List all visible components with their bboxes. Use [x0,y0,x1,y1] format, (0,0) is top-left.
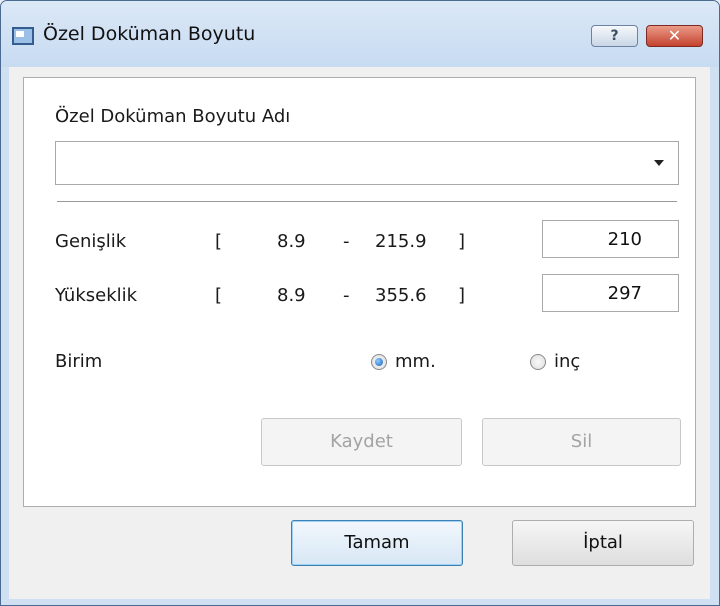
height-dash: - [343,285,350,306]
dialog-window: Özel Doküman Boyutu ? ✕ Özel Doküman Boy… [0,0,720,606]
height-label: Yükseklik [55,285,138,306]
unit-label: Birim [55,351,103,372]
window-title: Özel Doküman Boyutu [43,23,256,45]
height-open-bracket: [ [215,285,223,306]
width-max: 215.9 [375,231,427,252]
help-button[interactable]: ? [591,25,638,47]
delete-button[interactable]: Sil [482,418,681,466]
dialog-window-icon [12,27,34,45]
chevron-down-icon[interactable] [654,160,664,166]
close-icon: ✕ [667,26,682,45]
help-icon: ? [610,28,619,44]
close-button[interactable]: ✕ [646,25,703,47]
unit-radio-inch[interactable] [530,354,546,370]
cancel-button[interactable]: İptal [512,520,694,566]
unit-radio-mm[interactable] [371,354,387,370]
title-bar[interactable]: Özel Doküman Boyutu ? ✕ [1,1,719,67]
name-combobox[interactable] [55,141,679,185]
width-dash: - [343,231,350,252]
height-max: 355.6 [375,285,427,306]
height-close-bracket: ] [458,285,466,306]
unit-option-mm[interactable]: mm. [395,351,436,372]
height-min: 8.9 [277,285,306,306]
width-min: 8.9 [277,231,306,252]
dialog-content: Özel Doküman Boyutu Adı Genişlik [ 8.9 -… [9,67,710,599]
save-button[interactable]: Kaydet [261,418,462,466]
separator [57,201,677,202]
width-close-bracket: ] [458,231,466,252]
height-input[interactable] [542,274,679,312]
ok-button[interactable]: Tamam [291,520,463,566]
width-input[interactable] [542,220,679,258]
name-label: Özel Doküman Boyutu Adı [55,106,291,127]
width-label: Genişlik [55,231,127,252]
width-open-bracket: [ [215,231,223,252]
unit-option-inch[interactable]: inç [554,351,580,372]
settings-group: Özel Doküman Boyutu Adı Genişlik [ 8.9 -… [23,77,696,507]
